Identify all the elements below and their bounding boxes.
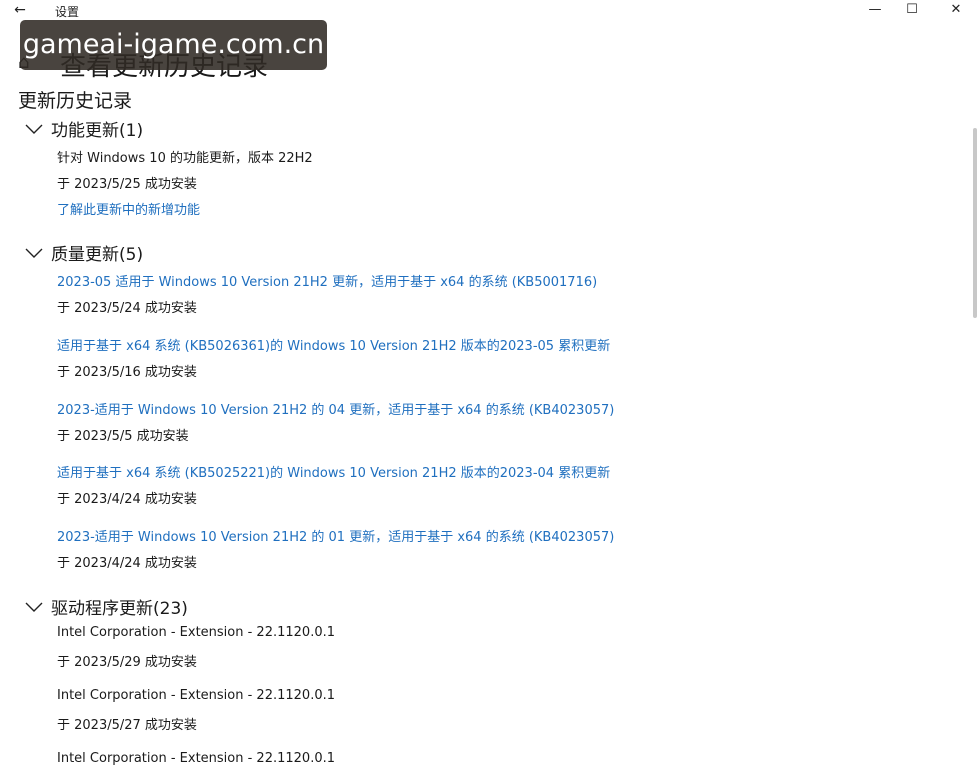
chevron-down-icon [25,124,43,134]
back-arrow-icon[interactable]: ← [6,0,34,22]
quality-update-link[interactable]: 适用于基于 x64 系统 (KB5026361)的 Windows 10 Ver… [57,335,610,354]
quality-update-status: 于 2023/4/24 成功安装 [57,556,197,571]
quality-update-status: 于 2023/5/16 成功安装 [57,365,197,380]
quality-update-link[interactable]: 2023-适用于 Windows 10 Version 21H2 的 01 更新… [57,526,614,545]
chevron-down-icon [25,602,43,612]
driver-update-name: Intel Corporation - Extension - 22.1120.… [57,625,336,640]
driver-update-status: 于 2023/5/29 成功安装 [57,655,197,670]
quality-update-link[interactable]: 适用于基于 x64 系统 (KB5025221)的 Windows 10 Ver… [57,462,610,481]
driver-updates-title: 驱动程序更新(23) [51,599,188,619]
section-title: 更新历史记录 [18,90,133,112]
quality-update-link[interactable]: 2023-适用于 Windows 10 Version 21H2 的 04 更新… [57,399,614,418]
maximize-button[interactable]: ☐ [892,0,932,22]
quality-update-link[interactable]: 2023-05 适用于 Windows 10 Version 21H2 更新，适… [57,271,597,290]
feature-update-status: 于 2023/5/25 成功安装 [57,177,197,192]
title-bar: ← 设置 — ☐ ✕ [0,0,980,22]
close-button[interactable]: ✕ [936,0,976,22]
watermark-overlay: gameai-igame.com.cn [20,20,327,70]
quality-updates-title: 质量更新(5) [51,245,144,265]
feature-update-name: 针对 Windows 10 的功能更新，版本 22H2 [57,151,313,166]
feature-updates-header[interactable]: 功能更新(1) [25,116,143,141]
chevron-down-icon [25,248,43,258]
driver-updates-header[interactable]: 驱动程序更新(23) [25,594,188,619]
quality-update-status: 于 2023/5/5 成功安装 [57,429,189,444]
driver-update-status: 于 2023/5/27 成功安装 [57,718,197,733]
driver-update-name: Intel Corporation - Extension - 22.1120.… [57,688,336,703]
quality-updates-header[interactable]: 质量更新(5) [25,240,143,265]
minimize-button[interactable]: — [855,0,895,22]
quality-update-status: 于 2023/4/24 成功安装 [57,492,197,507]
quality-update-status: 于 2023/5/24 成功安装 [57,301,197,316]
learn-more-link[interactable]: 了解此更新中的新增功能 [57,199,200,218]
vertical-scrollbar[interactable] [973,128,977,318]
feature-updates-title: 功能更新(1) [51,121,144,141]
app-title: 设置 [55,5,80,19]
